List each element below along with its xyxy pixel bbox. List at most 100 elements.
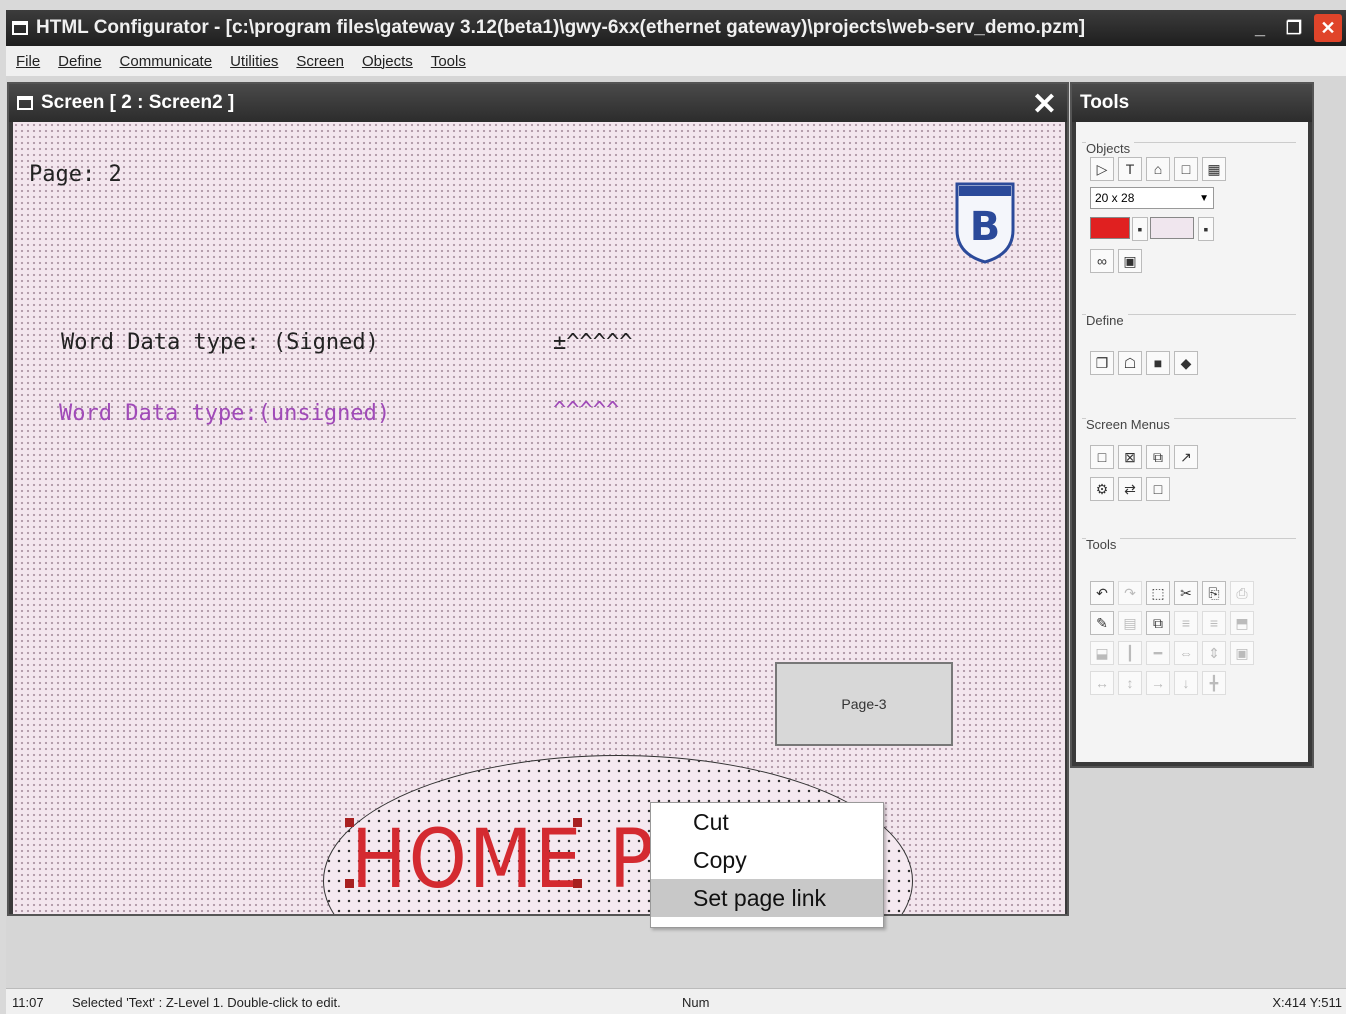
redo-icon: ↷: [1118, 581, 1142, 605]
tools-panel-title: Tools: [1072, 84, 1312, 122]
window-controls: _ ❐ ✕: [1246, 10, 1346, 46]
space-v-icon: ⇕: [1202, 641, 1226, 665]
copy-screen-icon[interactable]: ⧉: [1146, 445, 1170, 469]
menu-utilities[interactable]: Utilities: [230, 53, 278, 70]
link-tool-icon[interactable]: ∞: [1090, 249, 1114, 273]
image-tool-icon[interactable]: ▦: [1202, 157, 1226, 181]
menu-communicate[interactable]: Communicate: [120, 53, 213, 70]
text-tool-icon[interactable]: T: [1118, 157, 1142, 181]
screen-menus-group: Screen Menus □ ⊠ ⧉ ↗ ⚙ ⇄ □: [1082, 417, 1296, 526]
same-size-icon: ▣: [1230, 641, 1254, 665]
bring-front-icon: ▤: [1118, 611, 1142, 635]
context-menu: Cut Copy Set page link: [650, 802, 884, 928]
font-size-value: 20 x 28: [1095, 191, 1135, 205]
tools-panel-body: Objects ▷ T ⌂ □ ▦ 20 x 28 ▼ ▪ ▪ ∞ ▣ Defi…: [1076, 122, 1308, 762]
pointer-tool-icon[interactable]: ▷: [1090, 157, 1114, 181]
design-canvas[interactable]: Page: 2 B Word Data type: (Signed) ±^^^^…: [13, 122, 1065, 914]
send-back-icon[interactable]: ⧉: [1146, 611, 1170, 635]
define-group: Define ❐ ☖ ■ ◆: [1082, 313, 1296, 404]
nudge-v-icon: ↓: [1174, 671, 1198, 695]
selection-handle[interactable]: [573, 818, 582, 827]
tools-group-label: Tools: [1086, 537, 1121, 552]
screen-window-titlebar[interactable]: Screen [ 2 : Screen2 ]: [9, 84, 1067, 122]
align-bottom-icon: ⬓: [1090, 641, 1114, 665]
same-height-icon: ↕: [1118, 671, 1142, 695]
page3-link-button[interactable]: Page-3: [775, 662, 953, 746]
title-bar: HTML Configurator - [c:\program files\ga…: [6, 10, 1346, 46]
space-h-icon: ⇔: [1174, 641, 1198, 665]
context-menu-copy[interactable]: Copy: [651, 841, 883, 879]
menu-objects[interactable]: Objects: [362, 53, 413, 70]
screen-links-icon[interactable]: ⇄: [1118, 477, 1142, 501]
word-signed-label[interactable]: Word Data type: (Signed): [61, 330, 379, 355]
align-top-icon: ⬒: [1230, 611, 1254, 635]
tools-group: Tools ↶ ↷ ⬚ ✂ ⎘ ⎙ ✎ ▤ ⧉ ≡ ≡ ⬒ ⬓ ┃ ━ ⇔ ⇕ …: [1082, 537, 1296, 728]
selection-handle[interactable]: [345, 818, 354, 827]
background-color-swatch[interactable]: [1150, 217, 1194, 239]
paste-icon[interactable]: ⎘: [1202, 581, 1226, 605]
chevron-down-icon: ▼: [1199, 192, 1209, 204]
open-folder-icon[interactable]: ☖: [1118, 351, 1142, 375]
status-num: Num: [682, 994, 710, 1010]
edit-icon[interactable]: ✎: [1090, 611, 1114, 635]
new-file-icon[interactable]: ❐: [1090, 351, 1114, 375]
align-right-icon: ≡: [1202, 611, 1226, 635]
app-icon: [12, 21, 28, 35]
page-number-text[interactable]: Page: 2: [29, 162, 122, 187]
unsigned-value-mask[interactable]: ^^^^^: [553, 398, 619, 423]
objects-group-label: Objects: [1086, 141, 1135, 156]
word-unsigned-label[interactable]: Word Data type:(unsigned): [59, 401, 390, 426]
logo-image[interactable]: B: [953, 180, 1017, 264]
screen-menus-group-label: Screen Menus: [1086, 417, 1174, 432]
screen-window-close-icon[interactable]: ✕: [1032, 87, 1057, 122]
bg-color-picker-icon[interactable]: ▪: [1198, 217, 1214, 241]
status-bar: 11:07 Selected 'Text' : Z-Level 1. Doubl…: [6, 988, 1346, 1014]
menu-define[interactable]: Define: [58, 53, 101, 70]
new-screen-icon[interactable]: □: [1090, 445, 1114, 469]
screen-window-title: Screen [ 2 : Screen2 ]: [41, 92, 235, 113]
status-time: 11:07: [12, 994, 44, 1010]
status-coords: X:414 Y:511: [1272, 994, 1342, 1010]
clipboard-icon: ⎙: [1230, 581, 1254, 605]
minimize-button[interactable]: _: [1246, 14, 1274, 42]
context-menu-set-page-link[interactable]: Set page link: [651, 879, 883, 917]
center-v-icon: ━: [1146, 641, 1170, 665]
select-all-icon[interactable]: ⬚: [1146, 581, 1170, 605]
nudge-h-icon: →: [1146, 671, 1170, 695]
rectangle-tool-icon[interactable]: □: [1174, 157, 1198, 181]
screen-properties-icon[interactable]: ⚙: [1090, 477, 1114, 501]
logo-letter: B: [970, 204, 1001, 250]
button-tool-icon[interactable]: ⌂: [1146, 157, 1170, 181]
foreground-color-swatch[interactable]: [1090, 217, 1130, 239]
close-button[interactable]: ✕: [1314, 14, 1342, 42]
font-size-select[interactable]: 20 x 28 ▼: [1090, 187, 1214, 209]
fg-color-picker-icon[interactable]: ▪: [1132, 217, 1148, 241]
window-title: HTML Configurator - [c:\program files\ga…: [36, 17, 1086, 38]
maximize-button[interactable]: ❐: [1280, 14, 1308, 42]
status-message: Selected 'Text' : Z-Level 1. Double-clic…: [72, 994, 341, 1010]
menu-tools[interactable]: Tools: [431, 53, 466, 70]
frame-tool-icon[interactable]: ▣: [1118, 249, 1142, 273]
screen-blank-icon[interactable]: □: [1146, 477, 1170, 501]
screen-window-icon: [17, 96, 33, 110]
cut-icon[interactable]: ✂: [1174, 581, 1198, 605]
selection-handle[interactable]: [573, 879, 582, 888]
context-menu-cut[interactable]: Cut: [651, 803, 883, 841]
menu-screen[interactable]: Screen: [296, 53, 344, 70]
signed-value-mask[interactable]: ±^^^^^: [553, 330, 632, 355]
save-icon[interactable]: ■: [1146, 351, 1170, 375]
app-window: HTML Configurator - [c:\program files\ga…: [0, 0, 1346, 1014]
menu-bar: File Define Communicate Utilities Screen…: [6, 46, 1346, 76]
menu-file[interactable]: File: [16, 53, 40, 70]
center-h-icon: ┃: [1118, 641, 1142, 665]
same-width-icon: ↔: [1090, 671, 1114, 695]
eraser-icon[interactable]: ◆: [1174, 351, 1198, 375]
delete-screen-icon[interactable]: ⊠: [1118, 445, 1142, 469]
define-group-label: Define: [1086, 313, 1128, 328]
screen-window: Screen [ 2 : Screen2 ] ✕ Page: 2 B Word …: [7, 82, 1069, 916]
export-screen-icon[interactable]: ↗: [1174, 445, 1198, 469]
undo-icon[interactable]: ↶: [1090, 581, 1114, 605]
objects-group: Objects ▷ T ⌂ □ ▦ 20 x 28 ▼ ▪ ▪ ∞ ▣: [1082, 141, 1296, 292]
selection-handle[interactable]: [345, 879, 354, 888]
align-left-icon: ≡: [1174, 611, 1198, 635]
